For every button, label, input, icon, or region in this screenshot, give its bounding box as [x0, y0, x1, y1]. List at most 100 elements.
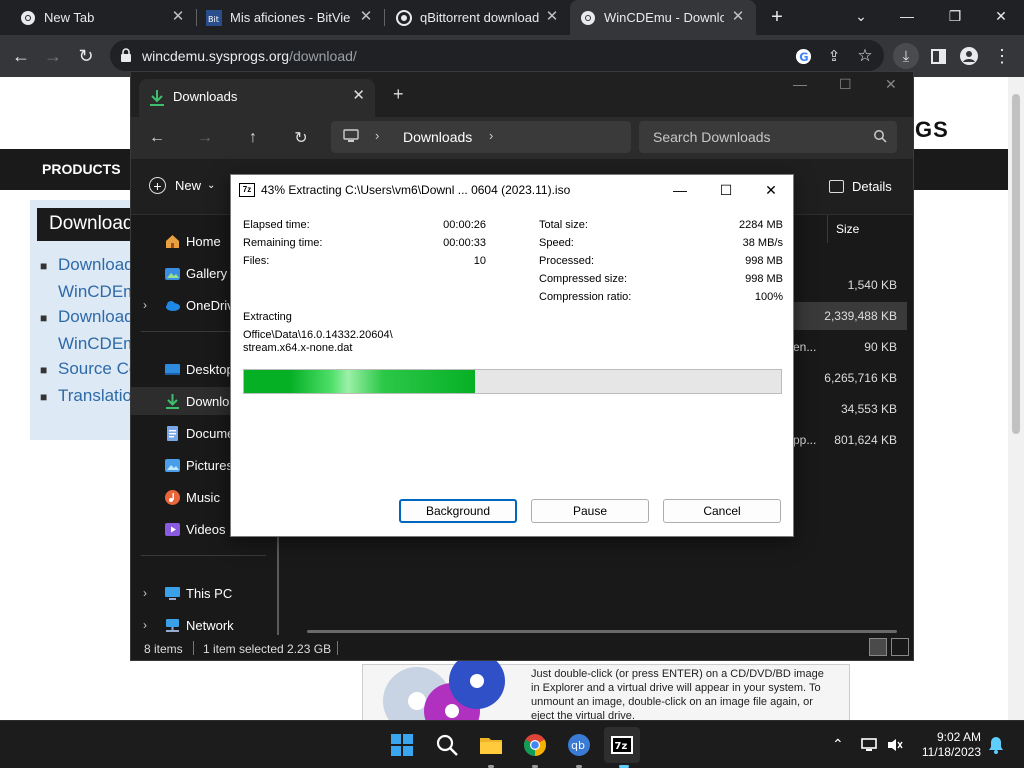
chevron-down-icon[interactable]: ⌄: [838, 0, 884, 32]
minimize-icon[interactable]: —: [884, 0, 930, 32]
refresh-icon[interactable]: ↻: [290, 127, 312, 149]
windows-start-icon[interactable]: [390, 733, 414, 757]
close-tab-icon[interactable]: ✕: [352, 86, 365, 104]
system-clock[interactable]: 9:02 AM 11/18/2023: [916, 730, 981, 760]
download-link[interactable]: ■ Download: [40, 304, 138, 331]
gallery-icon: [165, 267, 180, 280]
close-window-icon[interactable]: ✕: [978, 0, 1024, 32]
downloads-icon[interactable]: ⤓: [893, 43, 919, 69]
speed-label: Speed:: [539, 237, 574, 249]
new-button[interactable]: + New ⌄: [149, 177, 215, 194]
notification-bell-icon[interactable]: [988, 736, 1004, 754]
breadcrumb-downloads[interactable]: Downloads: [403, 129, 472, 145]
url-host: wincdemu.sysprogs.org: [142, 48, 290, 64]
tab-title: qBittorrent download |: [420, 10, 540, 25]
maximize-icon[interactable]: ☐: [839, 76, 852, 93]
qbittorrent-icon[interactable]: qb: [567, 733, 591, 757]
horizontal-scrollbar[interactable]: [307, 630, 897, 633]
this-pc-icon: [165, 586, 180, 600]
profile-avatar-icon[interactable]: [956, 43, 982, 69]
svg-text:qb: qb: [571, 739, 585, 752]
translations-link[interactable]: ■ Translatio: [40, 383, 138, 410]
new-tab-button[interactable]: +: [766, 6, 788, 28]
ethernet-icon[interactable]: [860, 737, 878, 753]
large-icons-view-icon[interactable]: [891, 638, 909, 656]
up-arrow-icon[interactable]: ↑: [242, 127, 264, 149]
current-file-dir: Office\Data\16.0.14332.20604\: [243, 329, 393, 341]
pause-button[interactable]: Pause: [531, 499, 649, 523]
new-tab-button[interactable]: +: [393, 84, 404, 105]
maximize-icon[interactable]: ☐: [711, 179, 741, 201]
details-view-icon[interactable]: [869, 638, 887, 656]
close-tab-icon[interactable]: ✕: [170, 9, 186, 25]
search-placeholder: Search Downloads: [653, 129, 771, 145]
chevron-right-icon[interactable]: ›: [143, 586, 147, 600]
chevron-right-icon[interactable]: ›: [489, 128, 493, 143]
nav-label: Network: [186, 617, 234, 633]
close-tab-icon[interactable]: ✕: [730, 9, 746, 25]
download-link-cont[interactable]: WinCDEm: [40, 331, 138, 356]
lock-icon: [121, 48, 131, 62]
close-window-icon[interactable]: ✕: [885, 76, 897, 93]
explorer-address-bar[interactable]: › Downloads ›: [331, 121, 631, 153]
onedrive-icon: [166, 300, 180, 311]
browser-tab-bitview[interactable]: Bit Mis aficiones - BitView ✕: [196, 0, 384, 35]
nav-products-link[interactable]: PRODUCTS: [42, 161, 121, 177]
compressed-size-label: Compressed size:: [539, 273, 628, 285]
download-link-cont[interactable]: WinCDEm: [40, 279, 138, 304]
close-tab-icon[interactable]: ✕: [544, 9, 560, 25]
chevron-up-icon[interactable]: ⌃: [832, 736, 844, 753]
home-icon: [166, 234, 179, 248]
restore-icon[interactable]: ❐: [932, 0, 978, 32]
share-icon[interactable]: ⇪: [821, 43, 847, 69]
browser-tab-new-tab[interactable]: New Tab ✕: [0, 0, 196, 35]
background-button[interactable]: Background: [399, 499, 517, 523]
side-panel-icon[interactable]: [925, 43, 951, 69]
videos-icon: [165, 522, 180, 536]
dialog-titlebar: 7z 43% Extracting C:\Users\vm6\Downl ...…: [231, 175, 793, 205]
7zip-icon[interactable]: 7z: [610, 733, 634, 757]
browser-tab-wincdemu[interactable]: WinCDEmu - Downloa ✕: [570, 0, 756, 35]
chevron-right-icon[interactable]: ›: [375, 128, 379, 143]
dialog-title: 43% Extracting C:\Users\vm6\Downl ... 06…: [261, 183, 571, 197]
minimize-icon[interactable]: —: [665, 179, 695, 201]
scrollbar-thumb[interactable]: [1012, 94, 1020, 434]
compression-ratio-value: 100%: [754, 291, 783, 303]
file-name-fragment: en...: [793, 340, 817, 354]
back-arrow-icon[interactable]: ←: [146, 127, 168, 149]
page-scrollbar[interactable]: [1008, 77, 1024, 720]
chevron-right-icon[interactable]: ›: [143, 298, 147, 312]
forward-arrow-icon[interactable]: →: [194, 127, 216, 149]
address-bar[interactable]: wincdemu.sysprogs.org/download/: [110, 40, 884, 71]
chevron-down-icon: ⌄: [207, 180, 216, 191]
sidebar-item-this-pc[interactable]: › This PC: [131, 579, 281, 607]
file-explorer-icon[interactable]: [479, 733, 503, 757]
chevron-right-icon[interactable]: ›: [143, 618, 147, 632]
processed-label: Processed:: [539, 255, 595, 267]
download-link[interactable]: ■ Download: [40, 252, 138, 279]
search-icon[interactable]: [435, 733, 459, 757]
chrome-icon[interactable]: [523, 733, 547, 757]
total-size-value: 2284 MB: [738, 219, 783, 231]
volume-muted-icon[interactable]: [886, 737, 904, 753]
music-icon: [165, 489, 180, 505]
google-icon[interactable]: G: [790, 43, 816, 69]
sidebar-item-network[interactable]: › Network: [131, 611, 281, 639]
details-button[interactable]: Details: [829, 179, 892, 194]
source-code-link[interactable]: ■ Source Co: [40, 356, 138, 383]
bookmark-star-icon[interactable]: ☆: [852, 43, 878, 69]
kebab-menu-icon[interactable]: ⋮: [989, 43, 1015, 69]
selection-info: 1 item selected 2.23 GB: [203, 642, 332, 656]
explorer-tab-downloads[interactable]: Downloads ✕: [139, 79, 375, 117]
cancel-button[interactable]: Cancel: [663, 499, 781, 523]
close-tab-icon[interactable]: ✕: [358, 9, 374, 25]
forward-arrow-icon[interactable]: →: [40, 43, 66, 69]
size-column-header[interactable]: Size: [827, 215, 913, 243]
close-window-icon[interactable]: ✕: [756, 179, 786, 201]
browser-tab-qbittorrent[interactable]: qBittorrent download | ✕: [384, 0, 570, 35]
reload-icon[interactable]: ↻: [73, 43, 99, 69]
back-arrow-icon[interactable]: ←: [8, 43, 34, 69]
search-input[interactable]: Search Downloads: [639, 121, 897, 153]
minimize-icon[interactable]: —: [793, 76, 807, 92]
status-divider: [337, 641, 338, 655]
